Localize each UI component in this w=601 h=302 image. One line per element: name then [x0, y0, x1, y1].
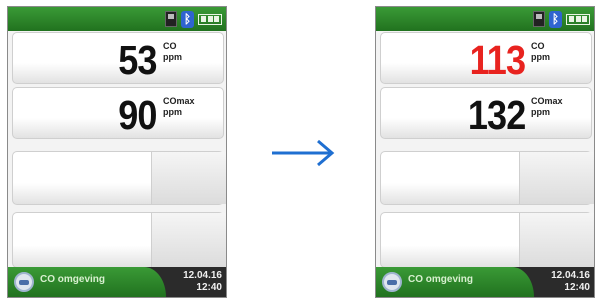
- env-label: CO omgeving: [408, 274, 474, 285]
- battery-icon: [566, 13, 590, 25]
- co-unit-block: CO ppm: [531, 41, 550, 63]
- menu-tab[interactable]: CO omgeving: [376, 267, 534, 297]
- menu-tab[interactable]: CO omgeving: [8, 267, 166, 297]
- battery-icon: [198, 13, 222, 25]
- arrow-right-icon: [272, 139, 335, 167]
- co-value: 53: [118, 37, 158, 83]
- comax-unit: ppm: [531, 107, 550, 117]
- status-icons: ᛒ: [165, 10, 222, 28]
- empty-reading-panel[interactable]: [380, 212, 594, 268]
- comax-unit: ppm: [163, 107, 182, 117]
- bottom-bar: CO omgeving 12.04.16 12:40: [8, 267, 226, 297]
- empty-reading-panel[interactable]: [380, 151, 594, 205]
- bluetooth-icon: ᛒ: [181, 10, 194, 28]
- menu-icon[interactable]: [14, 272, 34, 292]
- device-screen-after: ᛒ 113 CO ppm 132 COmax ppm CO omgeving 1…: [375, 6, 595, 298]
- co-label: CO: [531, 41, 545, 51]
- device-screen-before: ᛒ 53 CO ppm 90 COmax ppm CO omgeving 12.…: [7, 6, 227, 298]
- env-label: CO omgeving: [40, 274, 106, 285]
- device-icon: [165, 11, 177, 27]
- empty-reading-panel[interactable]: [12, 212, 226, 268]
- device-icon: [533, 11, 545, 27]
- co-label: CO: [163, 41, 177, 51]
- datetime: 12.04.16 12:40: [183, 270, 222, 294]
- comax-unit-block: COmax ppm: [531, 96, 563, 118]
- co-unit: ppm: [531, 52, 550, 62]
- comax-label: COmax: [163, 96, 195, 106]
- status-bar: ᛒ: [376, 7, 594, 31]
- comax-value: 90: [118, 92, 158, 138]
- bottom-bar: CO omgeving 12.04.16 12:40: [376, 267, 594, 297]
- status-icons: ᛒ: [533, 10, 590, 28]
- comax-label: COmax: [531, 96, 563, 106]
- co-reading-panel[interactable]: 113 CO ppm: [380, 32, 592, 84]
- time-text: 12:40: [564, 282, 590, 293]
- comax-reading-panel[interactable]: 132 COmax ppm: [380, 87, 592, 139]
- menu-icon[interactable]: [382, 272, 402, 292]
- date-text: 12.04.16: [183, 270, 222, 281]
- time-text: 12:40: [196, 282, 222, 293]
- empty-reading-panel[interactable]: [12, 151, 226, 205]
- comax-unit-block: COmax ppm: [163, 96, 195, 118]
- date-text: 12.04.16: [551, 270, 590, 281]
- co-unit: ppm: [163, 52, 182, 62]
- co-value: 113: [469, 37, 525, 83]
- comax-value: 132: [467, 92, 525, 138]
- co-reading-panel[interactable]: 53 CO ppm: [12, 32, 224, 84]
- datetime: 12.04.16 12:40: [551, 270, 590, 294]
- comax-reading-panel[interactable]: 90 COmax ppm: [12, 87, 224, 139]
- co-unit-block: CO ppm: [163, 41, 182, 63]
- status-bar: ᛒ: [8, 7, 226, 31]
- bluetooth-icon: ᛒ: [549, 10, 562, 28]
